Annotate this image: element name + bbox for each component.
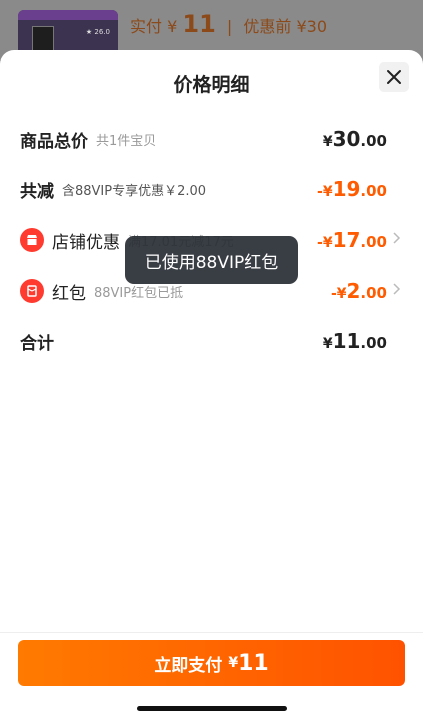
actual-pay-symbol: ¥ bbox=[167, 17, 178, 36]
goods-total-amount: ¥30.00 bbox=[323, 127, 387, 151]
amount-symbol: -¥ bbox=[317, 184, 333, 200]
total-discount-amount: -¥19.00 bbox=[317, 177, 387, 201]
amount-symbol: -¥ bbox=[317, 235, 333, 251]
amount-symbol: ¥ bbox=[322, 336, 333, 352]
goods-total-label: 商品总价 bbox=[20, 131, 88, 152]
footer-divider bbox=[0, 632, 423, 633]
vip-discount-note: 含88VIP专享优惠￥2.00 bbox=[62, 183, 207, 199]
chevron-right-icon bbox=[393, 283, 403, 299]
actual-pay-label: 实付 bbox=[130, 17, 163, 36]
store-discount-amount: -¥17.00 bbox=[317, 228, 387, 252]
close-button[interactable] bbox=[379, 62, 409, 92]
pay-now-symbol: ¥ bbox=[228, 655, 239, 671]
chevron-right-icon bbox=[393, 232, 403, 248]
background-price-summary: 实付 ¥ 11 | 优惠前 ¥30 bbox=[130, 10, 327, 38]
actual-pay-value: 11 bbox=[182, 10, 216, 38]
close-icon bbox=[387, 70, 401, 84]
total-discount-label: 共减 bbox=[20, 181, 54, 202]
total-discount-row: 共减 含88VIP专享优惠￥2.00 -¥19.00 bbox=[20, 174, 403, 204]
amount-decimal: .00 bbox=[360, 132, 387, 150]
red-packet-label: 红包 bbox=[52, 283, 86, 304]
sheet-title: 价格明细 bbox=[173, 74, 250, 96]
red-packet-amount: -¥2.00 bbox=[331, 279, 387, 303]
red-packet-icon bbox=[20, 279, 44, 303]
pay-now-button[interactable]: 立即支付 ¥ 11 bbox=[18, 640, 405, 686]
pay-now-label: 立即支付 bbox=[154, 655, 223, 676]
pay-now-amount: 11 bbox=[238, 650, 269, 676]
pre-discount-value: ¥30 bbox=[296, 17, 328, 36]
goods-count: 共1件宝贝 bbox=[96, 133, 157, 149]
amount-integer: 2 bbox=[346, 279, 361, 303]
goods-total-row: 商品总价 共1件宝贝 ¥30.00 bbox=[20, 124, 403, 154]
amount-integer: 17 bbox=[332, 228, 361, 252]
pre-discount-label: 优惠前 bbox=[243, 17, 292, 36]
amount-integer: 30 bbox=[332, 127, 361, 151]
amount-symbol: ¥ bbox=[322, 134, 333, 150]
price-detail-sheet: 价格明细 商品总价 共1件宝贝 ¥30.00 共减 含88VIP专享优惠￥2.0… bbox=[0, 50, 423, 720]
amount-integer: 11 bbox=[332, 329, 361, 353]
amount-decimal: .00 bbox=[360, 182, 387, 200]
home-indicator bbox=[137, 706, 287, 711]
amount-decimal: .00 bbox=[360, 284, 387, 302]
store-discount-label: 店铺优惠 bbox=[52, 232, 120, 253]
thumbnail-tag: ★ 26.0 bbox=[85, 28, 110, 36]
total-row: 合计 ¥11.00 bbox=[20, 326, 403, 356]
total-amount: ¥11.00 bbox=[323, 329, 387, 353]
red-packet-note: 88VIP红包已抵 bbox=[94, 285, 184, 301]
price-separator: | bbox=[226, 17, 233, 36]
store-icon bbox=[20, 228, 44, 252]
total-label: 合计 bbox=[20, 333, 54, 354]
amount-integer: 19 bbox=[332, 177, 361, 201]
toast-message: 已使用88VIP红包 bbox=[125, 236, 298, 284]
thumbnail-stripe bbox=[18, 10, 118, 20]
amount-decimal: .00 bbox=[360, 334, 387, 352]
amount-symbol: -¥ bbox=[330, 286, 347, 302]
amount-decimal: .00 bbox=[360, 233, 387, 251]
